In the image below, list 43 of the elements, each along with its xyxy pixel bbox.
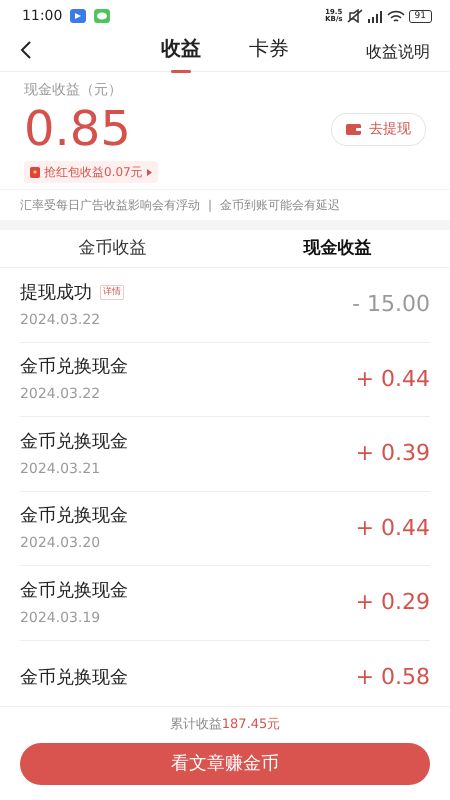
battery-indicator: 91 (408, 10, 432, 22)
notice-text: 金币到账可能会有延迟 (220, 196, 340, 214)
tab[interactable]: 卡券 (249, 32, 289, 70)
record-amount: + 0.44 (356, 366, 430, 394)
record-title: 金币兑换现金 (20, 355, 128, 380)
tab[interactable]: 现金收益 (225, 230, 450, 267)
record-title: 金币兑换现金 (20, 430, 128, 454)
envelope-icon (30, 166, 40, 178)
wifi-icon (386, 10, 405, 22)
record-amount: + 0.29 (356, 589, 430, 618)
details-link[interactable]: 详情 (100, 284, 124, 300)
record-amount: - 15.00 (352, 291, 430, 320)
earnings-label: 现金收益（元） (24, 81, 123, 100)
notice-separator: | (208, 196, 212, 214)
app-icon (70, 9, 86, 23)
record-title: 金币兑换现金 (20, 666, 128, 690)
record-amount: + 0.58 (356, 664, 430, 692)
record-date: 2024.03.20 (20, 534, 102, 554)
status-time: 11:00 (22, 6, 62, 26)
mute-icon (346, 9, 363, 23)
record-amount: + 0.44 (356, 514, 430, 543)
tab[interactable]: 收益 (161, 32, 201, 70)
cash-amount: 0.85 (24, 105, 131, 153)
back-icon[interactable] (20, 40, 32, 60)
record-date: 2024.03.22 (20, 310, 102, 330)
arrow-icon (146, 168, 152, 176)
record-date: 2024.03.19 (20, 608, 102, 628)
record-date: 2024.03.21 (20, 460, 102, 479)
chat-icon (94, 9, 110, 23)
record-title: 金币兑换现金 (20, 504, 128, 528)
earn-coins-button[interactable]: 看文章赚金币 (20, 742, 430, 784)
help-link[interactable]: 收益说明 (366, 40, 430, 64)
bonus-earnings-link[interactable]: 抢红包收益0.07元 (24, 161, 158, 183)
notice-text: 汇率受每日广告收益影响会有浮动 (20, 196, 200, 214)
record-amount: + 0.39 (356, 440, 430, 468)
record-date: 2024.03.22 (20, 385, 102, 404)
tab[interactable]: 金币收益 (0, 230, 225, 267)
withdraw-button[interactable]: 去提现 (331, 112, 426, 146)
signal-icon (366, 10, 383, 22)
record-title: 金币兑换现金 (20, 578, 128, 603)
record-title: 提现成功 (20, 280, 92, 305)
wallet-icon (346, 123, 361, 135)
total-earnings: 累计收益187.45元 (170, 716, 280, 734)
